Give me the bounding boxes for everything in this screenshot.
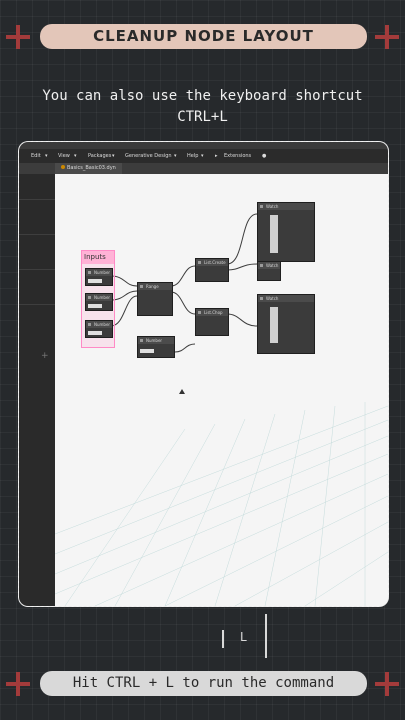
node-title: Range [138,283,172,290]
chevron-down-icon: ▾ [45,153,48,159]
mouse-cursor-icon [179,389,185,394]
shortcut-line: CTRL+L [177,109,228,125]
key-bar [222,630,224,648]
library-sidebar[interactable]: + [19,174,55,606]
node-title: Number [138,337,174,344]
number-input[interactable] [88,331,102,335]
caption-banner: Hit CTRL + L to run the command [40,671,367,696]
background-grid [55,213,388,606]
file-icon [61,165,65,169]
app-screenshot-frame: Edit ▾ View ▾ Packages ▾ Generative Desi… [18,141,389,607]
watch-output-list [270,215,278,253]
node-title: List.Chop [196,309,228,316]
number-node[interactable]: Number [85,268,113,286]
plus-decoration-icon [6,672,30,696]
number-input[interactable] [88,304,102,308]
chevron-down-icon: ▾ [112,153,115,159]
plus-decoration-icon [375,672,399,696]
menu-help[interactable]: Help [187,149,198,163]
menu-extensions[interactable]: Extensions [224,149,251,163]
range-node[interactable]: Range [137,282,173,316]
key-label: L [240,630,247,644]
menu-packages[interactable]: Packages [88,149,111,163]
watch-node[interactable]: Watch [257,202,315,262]
node-title: List.Create [196,259,228,266]
menu-edit[interactable]: Edit [31,149,41,163]
list-create-node[interactable]: List.Create [195,258,229,282]
node-title: Watch [258,295,314,302]
list-chop-node[interactable]: List.Chop [195,308,229,336]
plus-decoration-icon [6,25,30,49]
extensions-icon: ▸ [215,153,218,159]
number-node[interactable]: Number [85,293,113,311]
tab-bar: Basics_Basic03.dyn [19,163,388,175]
plus-decoration-icon [375,25,399,49]
sidebar-divider [19,234,55,235]
number-input[interactable] [88,279,102,283]
group-title: Inputs [82,251,114,264]
watch-node[interactable]: Watch [257,261,281,281]
node-title: Number [86,269,112,276]
help-circle-icon[interactable]: ● [262,149,266,163]
subtitle-line: You can also use the keyboard shortcut [42,88,363,104]
chevron-down-icon: ▾ [74,153,77,159]
number-input[interactable] [140,349,154,353]
instruction-text: You can also use the keyboard shortcut C… [0,86,405,128]
window-top-strip [19,142,388,149]
tab-label: Basics_Basic03.dyn [67,165,116,171]
node-title: Watch [258,203,314,210]
sidebar-divider [19,199,55,200]
number-node[interactable]: Number [137,336,175,358]
chevron-down-icon: ▾ [201,153,204,159]
number-node[interactable]: Number [85,320,113,338]
menu-bar: Edit ▾ View ▾ Packages ▾ Generative Desi… [19,149,388,163]
menu-generative-design[interactable]: Generative Design [125,149,172,163]
graph-canvas[interactable]: Inputs Number Number Number Range Number… [55,174,388,606]
chevron-down-icon: ▾ [174,153,177,159]
node-title: Watch [258,262,280,269]
watch-node[interactable]: Watch [257,294,315,354]
node-title: Number [86,321,112,328]
menu-view[interactable]: View [58,149,70,163]
watch-output-list [270,307,278,343]
sidebar-divider [19,269,55,270]
node-title: Number [86,294,112,301]
add-icon[interactable]: + [41,351,49,361]
title-banner: CLEANUP NODE LAYOUT [40,24,367,49]
sidebar-divider [19,304,55,305]
key-bar [265,614,267,658]
